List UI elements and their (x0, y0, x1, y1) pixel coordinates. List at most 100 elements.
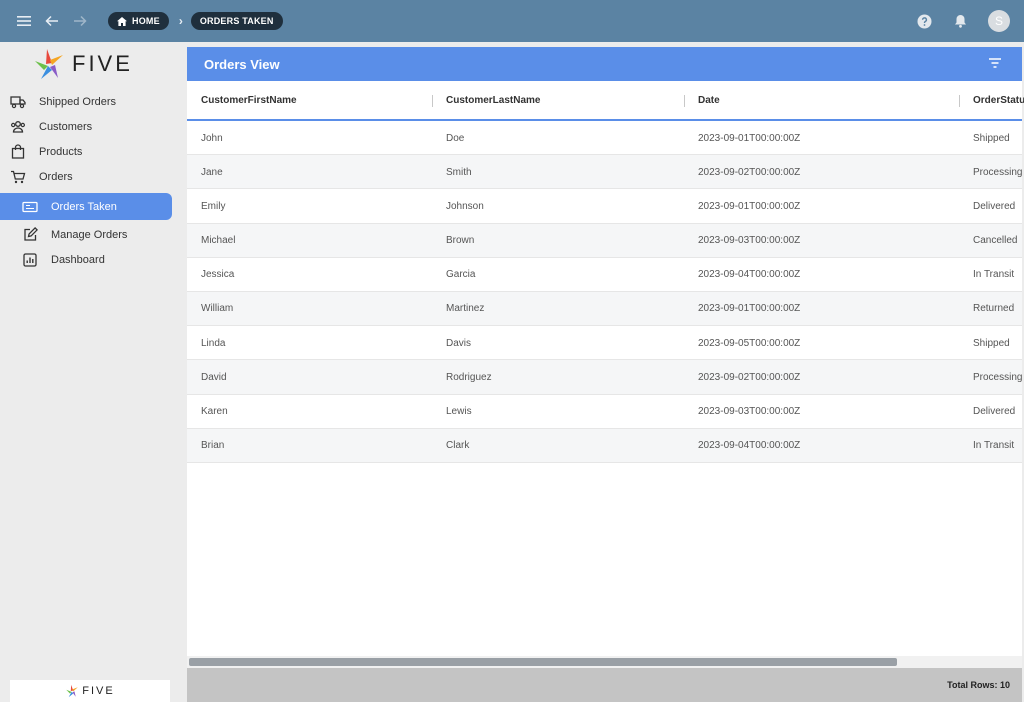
bell-icon[interactable] (946, 7, 974, 35)
cell-order-status: Shipped (973, 132, 1010, 144)
edit-icon (21, 226, 39, 244)
cell-date: 2023-09-05T00:00:00Z (698, 337, 801, 349)
table-row[interactable]: William Martinez 2023-09-01T00:00:00Z Retur… (187, 291, 1022, 327)
breadcrumb-current[interactable]: ORDERS TAKEN (190, 12, 283, 30)
cell-date: 2023-09-01T00:00:00Z (698, 132, 801, 144)
cell-first-name: Brian (201, 440, 225, 452)
table-footer: Total Rows: 10 (187, 668, 1022, 702)
orders-view-panel: Orders View CustomerFirstName CustomerLa… (187, 47, 1024, 702)
cell-last-name: Davis (446, 337, 472, 349)
avatar[interactable]: S (988, 10, 1010, 32)
table-row[interactable]: Jessica Garcia 2023-09-04T00:00:00Z In Tran… (187, 258, 1022, 292)
column-divider[interactable] (684, 95, 685, 107)
five-logo: FIVE (32, 46, 162, 82)
cell-last-name: Brown (446, 235, 475, 247)
breadcrumb-home-label: HOME (132, 16, 160, 26)
sidebar-item-products[interactable]: Products (0, 139, 186, 164)
cell-first-name: Emily (201, 200, 226, 212)
cell-first-name: Jane (201, 166, 223, 178)
cell-order-status: Returned (973, 303, 1015, 315)
chart-icon (21, 251, 39, 269)
sidebar-item-label: Products (39, 145, 83, 158)
help-icon[interactable] (910, 7, 938, 35)
home-icon (117, 16, 127, 26)
cell-date: 2023-09-01T00:00:00Z (698, 303, 801, 315)
cell-last-name: Lewis (446, 406, 472, 417)
cell-order-status: Shipped (973, 337, 1010, 349)
column-header-last-name[interactable]: CustomerLastName (446, 81, 540, 119)
table-row[interactable]: Emily Johnson 2023-09-01T00:00:00Z Delivere… (187, 189, 1022, 224)
cell-date: 2023-09-02T00:00:00Z (698, 166, 801, 178)
table-row[interactable]: Linda Davis 2023-09-05T00:00:00Z Shipped (187, 326, 1022, 361)
cell-order-status: Cancelled (973, 235, 1018, 247)
sidebar-item-customers[interactable]: Customers (0, 114, 186, 139)
cell-date: 2023-09-03T00:00:00Z (698, 406, 801, 417)
cell-last-name: Doe (446, 132, 465, 144)
sidebar-item-label: Customers (39, 120, 93, 133)
column-header-order-status[interactable]: OrderStatus (973, 81, 1024, 119)
cell-date: 2023-09-04T00:00:00Z (698, 269, 801, 281)
cell-last-name: Smith (446, 166, 472, 178)
table-row[interactable]: Jane Smith 2023-09-02T00:00:00Z Processing (187, 155, 1022, 190)
cell-first-name: Michael (201, 235, 236, 247)
cell-first-name: Jessica (201, 269, 235, 281)
table-row[interactable]: Karen Lewis 2023-09-03T00:00:00Z Delivered (187, 395, 1022, 429)
cell-date: 2023-09-02T00:00:00Z (698, 371, 801, 383)
column-header-first-name[interactable]: CustomerFirstName (201, 81, 297, 119)
cell-first-name: David (201, 371, 227, 383)
bag-icon (9, 143, 27, 161)
table-body: John Doe 2023-09-01T00:00:00Z Shipped Jane Sm… (187, 121, 1022, 463)
sidebar-item-label: Shipped Orders (39, 95, 117, 108)
cell-order-status: Processing (973, 166, 1022, 178)
cell-date: 2023-09-01T00:00:00Z (698, 200, 801, 212)
truck-icon (9, 93, 27, 111)
breadcrumb-current-label: ORDERS TAKEN (199, 16, 274, 26)
column-divider[interactable] (432, 95, 433, 107)
cell-last-name: Johnson (446, 200, 484, 212)
cell-first-name: John (201, 132, 223, 144)
table-row[interactable]: Brian Clark 2023-09-04T00:00:00Z In Transit (187, 428, 1022, 463)
forward-arrow-icon[interactable] (66, 7, 94, 35)
cell-last-name: Rodriguez (446, 371, 492, 383)
cell-last-name: Martinez (446, 303, 485, 315)
logo-text: FIVE (72, 51, 133, 76)
cell-first-name: William (201, 303, 234, 315)
menu-icon[interactable] (10, 7, 38, 35)
avatar-initial: S (994, 14, 1003, 28)
sidebar-item-orders[interactable]: Orders (0, 164, 186, 189)
table-row[interactable]: John Doe 2023-09-01T00:00:00Z Shipped (187, 121, 1022, 156)
five-logo-mark-icon (66, 684, 79, 698)
cell-last-name: Garcia (446, 269, 476, 281)
five-logo-mark-icon (35, 49, 63, 79)
cell-last-name: Clark (446, 440, 470, 452)
column-header-date[interactable]: Date (698, 81, 720, 119)
cell-first-name: Karen (201, 406, 228, 417)
cell-order-status: In Transit (973, 440, 1015, 452)
sidebar-item-shipped-orders[interactable]: Shipped Orders (0, 89, 186, 114)
cart-icon (9, 168, 27, 186)
cell-order-status: Processing (973, 371, 1022, 383)
ticket-icon (21, 198, 39, 216)
table-row[interactable]: Michael Brown 2023-09-03T00:00:00Z Cancelle… (187, 223, 1022, 258)
cell-order-status: In Transit (973, 269, 1015, 281)
table-row[interactable]: David Rodriguez 2023-09-02T00:00:00Z Proces… (187, 360, 1022, 395)
sidebar-item-label: Orders (39, 170, 73, 183)
people-icon (9, 118, 27, 136)
sidebar-item-label: Manage Orders (51, 228, 128, 241)
table-header: CustomerFirstName CustomerLastName Date … (187, 81, 1024, 121)
sidebar-item-label: Orders Taken (51, 200, 117, 213)
sidebar-item-manage-orders[interactable]: Manage Orders (0, 222, 186, 247)
sidebar: FIVE Shipped Orders Customers Products O… (0, 42, 186, 702)
sidebar-item-orders-taken[interactable]: Orders Taken (0, 193, 172, 220)
filter-icon[interactable] (988, 57, 1002, 71)
sidebar-item-dashboard[interactable]: Dashboard (0, 247, 186, 272)
chevron-right-icon: › (178, 14, 183, 28)
column-divider[interactable] (959, 95, 960, 107)
panel-title: Orders View (204, 56, 280, 72)
back-arrow-icon[interactable] (38, 7, 66, 35)
footer-logo-text: FIVE (82, 685, 115, 697)
horizontal-scrollbar[interactable] (187, 656, 1022, 668)
scrollbar-thumb[interactable] (189, 658, 897, 666)
sidebar-item-label: Dashboard (51, 253, 105, 266)
breadcrumb-home[interactable]: HOME (108, 12, 169, 30)
